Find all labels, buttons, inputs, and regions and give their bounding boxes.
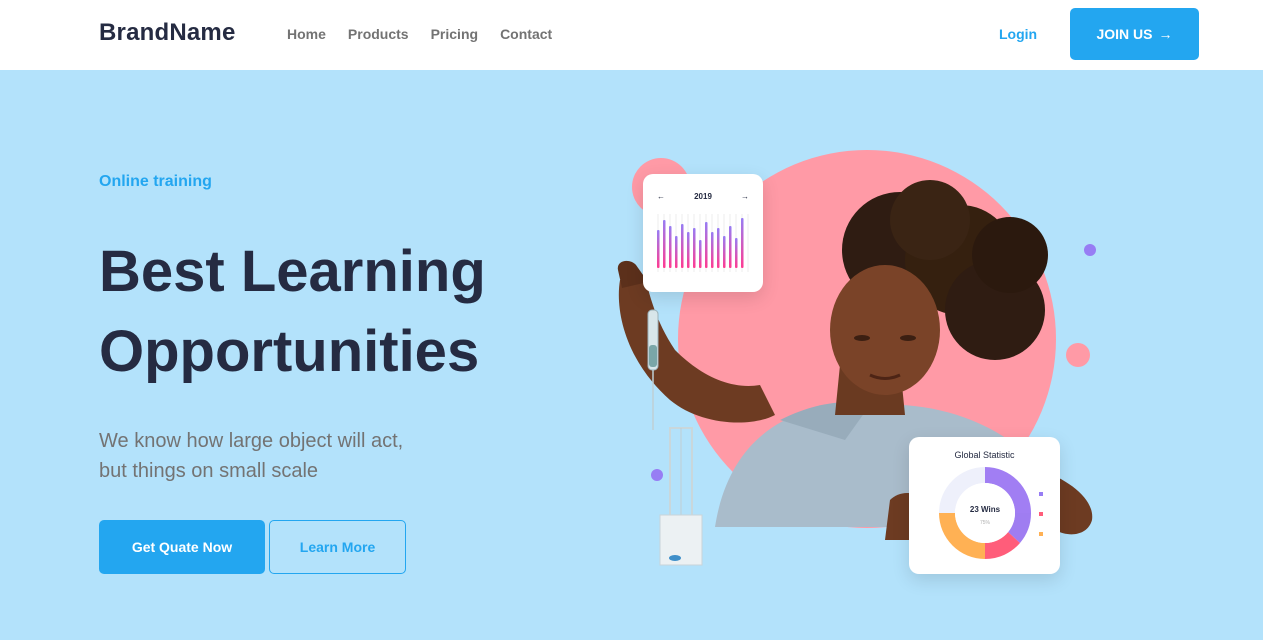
- arrow-right-icon: →: [1158, 26, 1173, 42]
- hero-subtitle: We know how large object will act, but t…: [99, 426, 499, 486]
- hero-title-line-2: Opportunities: [99, 319, 480, 384]
- bar-chart-year: 2019: [694, 192, 712, 201]
- legend-swatch: [1039, 492, 1043, 496]
- hero-subtitle-line-1: We know how large object will act,: [99, 430, 404, 452]
- brand-logo[interactable]: BrandName: [99, 19, 236, 47]
- hero-title: Best Learning Opportunities: [99, 232, 579, 392]
- arrow-right-icon[interactable]: →: [741, 192, 749, 201]
- hero-title-line-1: Best Learning: [99, 239, 486, 304]
- donut-chart: 23 Wins 75%: [939, 467, 1043, 560]
- nav-home[interactable]: Home: [287, 26, 326, 42]
- bar-chart-graphic: [657, 214, 749, 272]
- bar-chart-header: ← 2019 →: [643, 192, 763, 201]
- donut-center-label: 23 Wins: [970, 505, 1001, 514]
- site-header: BrandName Home Products Pricing Contact …: [0, 0, 1263, 70]
- donut-center-sub: 75%: [980, 520, 991, 526]
- get-quote-button[interactable]: Get Quate Now: [99, 520, 265, 574]
- hero-subtitle-line-2: but things on small scale: [99, 460, 319, 482]
- learn-more-button[interactable]: Learn More: [269, 520, 406, 574]
- login-link[interactable]: Login: [999, 26, 1037, 42]
- bar-chart-card: ← 2019 →: [643, 174, 763, 292]
- main-nav: Home Products Pricing Contact: [287, 26, 574, 42]
- legend-swatch: [1039, 532, 1043, 536]
- arrow-left-icon[interactable]: ←: [657, 192, 665, 201]
- join-us-label: JOIN US: [1096, 26, 1153, 42]
- hero-eyebrow: Online training: [99, 173, 212, 190]
- global-statistic-card: Global Statistic 23 Wins 75%: [909, 437, 1060, 574]
- nav-products[interactable]: Products: [348, 26, 409, 42]
- nav-pricing[interactable]: Pricing: [431, 26, 478, 42]
- join-us-button[interactable]: JOIN US →: [1070, 8, 1199, 60]
- nav-contact[interactable]: Contact: [500, 26, 552, 42]
- legend-swatch: [1039, 512, 1043, 516]
